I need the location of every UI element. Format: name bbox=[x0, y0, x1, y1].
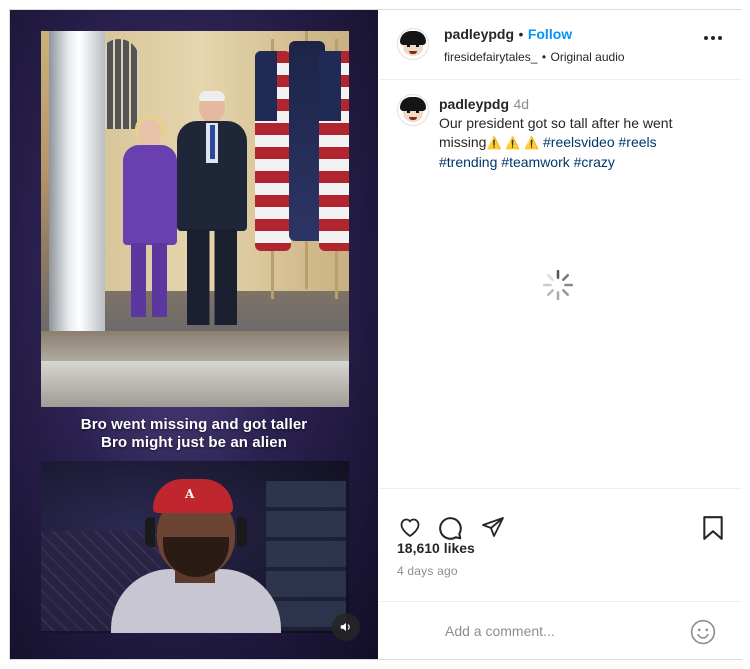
hashtag[interactable]: #teamwork bbox=[501, 154, 569, 170]
video-subtitle-line-2: Bro might just be an alien bbox=[101, 434, 287, 451]
audio-owner[interactable]: firesidefairytales_ bbox=[444, 50, 537, 64]
hashtag[interactable]: #reelsvideo bbox=[543, 134, 615, 150]
flag bbox=[255, 39, 291, 299]
heart-icon[interactable] bbox=[397, 515, 423, 539]
warning-emoji: ⚠️ bbox=[486, 136, 502, 150]
separator: • bbox=[541, 50, 547, 64]
bookmark-icon[interactable] bbox=[702, 515, 724, 541]
author-username[interactable]: padleypdg bbox=[444, 26, 514, 42]
person bbox=[177, 91, 247, 331]
share-icon[interactable] bbox=[480, 515, 506, 539]
flag bbox=[319, 39, 349, 299]
warning-emoji: ⚠️ bbox=[524, 136, 540, 150]
mute-button[interactable] bbox=[332, 613, 360, 641]
caption-username[interactable]: padleypdg bbox=[439, 96, 509, 112]
post-date[interactable]: 4 days ago bbox=[397, 564, 458, 578]
likes-count[interactable]: 18,610 likes bbox=[397, 540, 475, 556]
post-caption: Our president got so tall after he went … bbox=[439, 114, 709, 172]
separator: • bbox=[518, 26, 524, 42]
video-subtitle-line-1: Bro went missing and got taller bbox=[80, 416, 308, 433]
post-panel: padleypdg • Follow firesidefairytales_ •… bbox=[379, 10, 742, 659]
follow-button[interactable]: Follow bbox=[528, 26, 572, 42]
post-header: padleypdg • Follow firesidefairytales_ •… bbox=[379, 10, 742, 80]
hashtag[interactable]: #crazy bbox=[574, 154, 615, 170]
video-bottom-frame: A bbox=[41, 461, 349, 633]
post-time: 4d bbox=[513, 96, 530, 112]
video-top-frame bbox=[41, 31, 349, 407]
speaker-icon bbox=[340, 622, 350, 632]
hashtag[interactable]: #trending bbox=[439, 154, 497, 170]
spinner-icon bbox=[542, 269, 574, 301]
reel-video[interactable]: Bro went missing and got taller Bro migh… bbox=[10, 10, 378, 659]
more-options-icon[interactable] bbox=[704, 36, 722, 40]
comment-input[interactable]: Add a comment... bbox=[445, 623, 555, 639]
hashtag[interactable]: #reels bbox=[619, 134, 657, 150]
person bbox=[123, 115, 177, 319]
avatar[interactable] bbox=[397, 94, 429, 126]
emoji-icon[interactable] bbox=[690, 619, 716, 645]
cap-logo: A bbox=[185, 487, 195, 501]
audio-label[interactable]: Original audio bbox=[550, 50, 624, 64]
action-bar bbox=[379, 488, 742, 568]
warning-emoji: ⚠️ bbox=[505, 136, 521, 150]
comment-box: Add a comment... bbox=[379, 601, 742, 659]
avatar[interactable] bbox=[397, 28, 429, 60]
post-dialog: Bro went missing and got taller Bro migh… bbox=[9, 9, 742, 660]
comment-icon[interactable] bbox=[437, 515, 463, 541]
